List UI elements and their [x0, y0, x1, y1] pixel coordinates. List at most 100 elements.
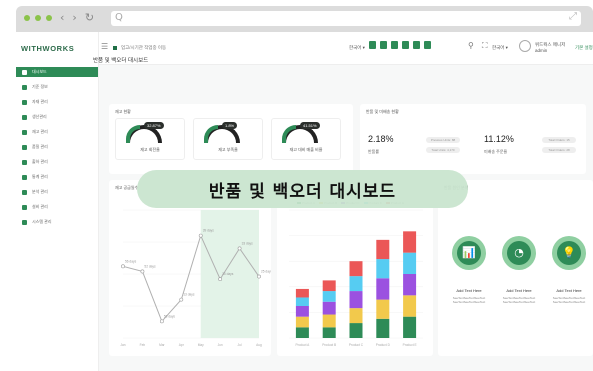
- bar-segment: [349, 276, 363, 292]
- bar-segment: [376, 318, 390, 338]
- expand-icon[interactable]: ⤢: [569, 11, 577, 22]
- menu-item-icon: [22, 84, 27, 90]
- card-title: 재고 현황: [115, 109, 131, 114]
- data-point: [179, 297, 184, 302]
- window-dot[interactable]: [24, 15, 30, 21]
- app-logo[interactable]: WITHWORKS: [21, 44, 74, 53]
- language-short[interactable]: 한국어 ▾: [492, 45, 508, 51]
- card-title: 반품 및 미배송 현황: [366, 109, 399, 114]
- x-tick-label: Apr: [179, 343, 185, 347]
- quick-action-bar: [369, 41, 431, 49]
- home-icon: [113, 46, 117, 50]
- user-role: admin: [535, 48, 548, 53]
- sidebar-item[interactable]: 대시보드: [16, 67, 98, 77]
- language-select[interactable]: 한국어 ▾: [349, 45, 365, 51]
- forward-icon[interactable]: ›: [72, 11, 76, 24]
- inventory-gauge-card: 재고 현황 32.87% 재고 회전율 1.8% 재고 부족율 41.51% 재고 대비 …: [109, 104, 353, 174]
- search-icon: Q: [115, 12, 123, 23]
- bar-segment: [322, 327, 336, 338]
- window-controls: [24, 15, 52, 21]
- sidebar-item[interactable]: 재고 관리: [22, 127, 48, 137]
- sidebar-item[interactable]: 설비 관리: [22, 202, 48, 212]
- book-icon[interactable]: [402, 41, 409, 49]
- sidebar-item-label: 재고 관리: [32, 129, 48, 134]
- sidebar-item[interactable]: 기준 정보: [22, 82, 48, 92]
- window-dot[interactable]: [35, 15, 41, 21]
- bar-segment: [403, 231, 417, 253]
- breadcrumb: 업고/시기관 작업중 이동: [121, 45, 167, 50]
- menu-icon[interactable]: ☰: [101, 42, 108, 51]
- address-bar[interactable]: Q ⤢: [111, 11, 581, 26]
- data-label: 58 days: [164, 314, 176, 318]
- menu-item-icon: [22, 129, 27, 135]
- x-tick-label: Product C: [349, 343, 364, 347]
- data-label: 52 days: [144, 264, 156, 268]
- x-tick-label: Product B: [322, 343, 336, 347]
- menu-item-icon: [22, 114, 27, 120]
- settings-link[interactable]: 기본 설정: [575, 45, 593, 51]
- data-label: 56 days: [125, 259, 137, 263]
- document-icon[interactable]: [380, 41, 387, 49]
- x-tick-label: Product E: [403, 343, 417, 347]
- sidebar-item[interactable]: 출하 관리: [22, 157, 48, 167]
- sidebar-item[interactable]: 품질 관리: [22, 142, 48, 152]
- stat-value: 2.18%: [368, 134, 394, 144]
- bar-segment: [295, 316, 309, 328]
- gauge-widget: 1.8% 재고 부족율: [193, 118, 263, 160]
- menu-item-icon: [22, 144, 27, 150]
- x-tick-label: Jun: [218, 343, 223, 347]
- bell-icon[interactable]: [424, 41, 431, 49]
- sidebar-item[interactable]: 분석 관리: [22, 187, 48, 197]
- stat-pill: Total Units: 4,170: [426, 147, 460, 153]
- analysis-icon-circle: 📊: [452, 236, 486, 270]
- stat-pill: Previous Units: 88: [426, 137, 460, 143]
- menu-item-icon: [22, 189, 27, 195]
- data-label: 35 days: [222, 272, 234, 276]
- stat-label: 반품률: [368, 149, 380, 154]
- bar-chart-icon: 📊: [457, 241, 481, 265]
- data-point: [140, 269, 145, 274]
- analysis-sub: SeeTextSeeTextSeeText SeeTextSeeTextSeeT…: [452, 296, 486, 304]
- sidebar-item-label: 시스템 관리: [32, 219, 52, 224]
- stat-value: 11.12%: [484, 134, 514, 144]
- gauge-value: 41.51%: [300, 122, 320, 129]
- title-overlay-banner: 반품 및 백오더 대시보드: [137, 170, 468, 208]
- user-info[interactable]: 위드웍스 매니저 admin: [535, 42, 565, 54]
- reload-icon[interactable]: ↻: [85, 11, 94, 24]
- sidebar-item-label: 기준 정보: [32, 84, 48, 89]
- sidebar-item[interactable]: 생산관리: [22, 112, 47, 122]
- menu-item-icon: [22, 159, 27, 165]
- menu-item-icon: [22, 69, 27, 75]
- header-utilities: ⚲ ⛶: [468, 41, 487, 51]
- gauge-label: 재고 부족율: [218, 147, 238, 152]
- folder-icon[interactable]: [413, 41, 420, 49]
- gauge-value: 1.8%: [222, 122, 238, 129]
- analysis-title: Add Text Here: [506, 288, 532, 293]
- back-icon[interactable]: ‹: [60, 11, 64, 24]
- data-label: 25 days: [261, 270, 271, 274]
- sidebar-item-label: 출하 관리: [32, 159, 48, 164]
- data-point: [159, 319, 164, 324]
- factory-icon[interactable]: [369, 41, 376, 49]
- user-avatar[interactable]: [519, 40, 531, 52]
- sidebar-item[interactable]: 시스템 관리: [22, 217, 52, 227]
- clipboard-icon[interactable]: [391, 41, 398, 49]
- data-point: [198, 233, 203, 238]
- x-tick-label: Mar: [159, 343, 165, 347]
- window-dot[interactable]: [46, 15, 52, 21]
- x-tick-label: Feb: [140, 343, 146, 347]
- return-analysis-card: 반품 원인 분석 📊Add Text HereSeeTextSeeTextSee…: [438, 180, 593, 356]
- sidebar-item[interactable]: 통계 관리: [22, 172, 48, 182]
- x-tick-label: Aug: [256, 343, 262, 347]
- search-icon[interactable]: ⚲: [468, 41, 474, 51]
- data-point: [237, 246, 242, 251]
- bar-segment: [349, 308, 363, 324]
- overlay-title: 반품 및 백오더 대시보드: [208, 181, 397, 202]
- menu-item-icon: [22, 219, 27, 225]
- gauge-widget: 32.87% 재고 회전율: [115, 118, 185, 160]
- analysis-sub: SeeTextSeeTextSeeText SeeTextSeeTextSeeT…: [552, 296, 586, 304]
- fullscreen-icon[interactable]: ⛶: [482, 41, 488, 51]
- sidebar-item-label: 통계 관리: [32, 174, 48, 179]
- sidebar-item-label: 품질 관리: [32, 144, 48, 149]
- sidebar-item[interactable]: 자재 관리: [22, 97, 48, 107]
